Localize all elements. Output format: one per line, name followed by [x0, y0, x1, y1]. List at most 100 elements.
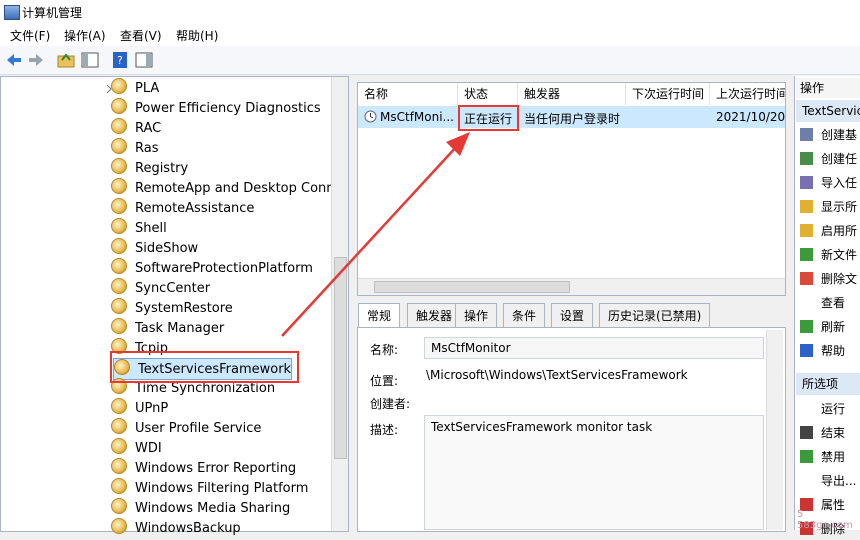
tree-item[interactable]: SyncCenter	[111, 278, 210, 298]
tree-item[interactable]: Registry	[111, 158, 188, 178]
action-label: 启用所	[821, 224, 858, 238]
action-icon	[800, 320, 813, 333]
action-label: 结束	[821, 426, 846, 440]
location-value: \Microsoft\Windows\TextServicesFramework	[426, 368, 688, 382]
tree-item-label: Windows Filtering Platform	[135, 481, 309, 496]
column-name[interactable]: 名称	[358, 83, 458, 105]
task-row[interactable]: MsCtfMoni... 正在运行 当任何用户登录时 2021/10/20	[358, 106, 785, 128]
tree-item[interactable]: Ras	[111, 138, 159, 158]
forward-arrow-icon[interactable]	[26, 50, 46, 70]
tab-triggers[interactable]: 触发器	[407, 303, 462, 327]
tree-item[interactable]: Windows Error Reporting	[111, 458, 296, 478]
tree-item[interactable]: Windows Media Sharing	[111, 498, 290, 518]
group1-action-item[interactable]: 查看	[800, 292, 845, 314]
action-label: 新文件	[821, 248, 858, 262]
back-arrow-icon[interactable]	[4, 50, 24, 70]
tree-item-label: Registry	[135, 161, 189, 176]
name-field[interactable]: MsCtfMonitor	[424, 337, 764, 359]
show-hide-tree-icon[interactable]	[80, 50, 100, 70]
task-list-hscrollbar[interactable]	[358, 278, 785, 295]
group2-action-item[interactable]: 运行	[800, 398, 845, 420]
group1-action-item[interactable]: 导入任	[800, 172, 857, 194]
menu-bar: 文件(F) 操作(A) 查看(V) 帮助(H)	[0, 24, 860, 46]
tree-item[interactable]: User Profile Service	[111, 418, 261, 438]
task-folder-icon	[111, 438, 127, 454]
menu-help[interactable]: 帮助(H)	[176, 27, 218, 44]
group1-action-item[interactable]: 刷新	[800, 316, 845, 338]
menu-action[interactable]: 操作(A)	[64, 27, 106, 44]
tree-item-label: SoftwareProtectionPlatform	[135, 261, 313, 276]
task-last-run: 2021/10/20	[716, 110, 786, 124]
svg-text:?: ?	[117, 54, 123, 67]
group2-action-item[interactable]: 导出...	[800, 470, 856, 492]
show-hide-action-pane-icon[interactable]	[134, 50, 154, 70]
tree-item-label: Ras	[135, 141, 159, 156]
tree-item[interactable]: UPnP	[111, 398, 168, 418]
tab-history[interactable]: 历史记录(已禁用)	[599, 303, 711, 327]
group1-action-item[interactable]: 显示所	[800, 196, 857, 218]
description-field[interactable]: TextServicesFramework monitor task	[424, 415, 764, 530]
actions-group-textservices[interactable]: TextServic	[796, 100, 860, 122]
action-label: 导出...	[821, 474, 857, 488]
tree-scrollbar-thumb[interactable]	[334, 257, 347, 459]
group1-action-item[interactable]: 创建任	[800, 148, 857, 170]
tree-item[interactable]: SoftwareProtectionPlatform	[111, 258, 313, 278]
menu-file[interactable]: 文件(F)	[10, 27, 50, 44]
column-trigger[interactable]: 触发器	[518, 83, 626, 105]
tab-actions[interactable]: 操作	[455, 303, 498, 327]
up-folder-icon[interactable]	[56, 50, 76, 70]
tree-item[interactable]: RemoteAssistance	[111, 198, 254, 218]
title-bar: 计算机管理	[0, 0, 860, 25]
tree-item[interactable]: Power Efficiency Diagnostics	[111, 98, 321, 118]
tree-item[interactable]: PLA	[111, 78, 159, 98]
tree-item[interactable]: SystemRestore	[111, 298, 233, 318]
task-name: MsCtfMoni...	[380, 110, 454, 124]
tree-item[interactable]: RAC	[111, 118, 161, 138]
group1-action-item[interactable]: 删除文	[800, 268, 857, 290]
author-label: 创建者:	[370, 397, 411, 411]
tree-item-label: SideShow	[135, 241, 199, 256]
group1-action-item[interactable]: 启用所	[800, 220, 857, 242]
group1-action-item[interactable]: 新文件	[800, 244, 857, 266]
tree-item-label: RemoteAssistance	[135, 201, 255, 216]
help-icon[interactable]: ?	[110, 50, 130, 70]
tab-settings[interactable]: 设置	[551, 303, 594, 327]
task-folder-icon	[111, 218, 127, 234]
tree-item-label: Time Synchronization	[135, 381, 276, 396]
group2-action-item[interactable]: 结束	[800, 422, 845, 444]
action-label: 帮助	[821, 344, 846, 358]
action-icon	[800, 450, 813, 463]
tab-conditions[interactable]: 条件	[503, 303, 546, 327]
action-icon	[800, 248, 813, 261]
tree-item[interactable]: Shell	[111, 218, 167, 238]
tree-item-label: SystemRestore	[135, 301, 233, 316]
task-folder-icon	[111, 78, 127, 94]
task-folder-icon	[111, 178, 127, 194]
group1-action-item[interactable]: 创建基	[800, 124, 857, 146]
actions-group-selected[interactable]: 所选项	[796, 373, 860, 395]
tree-item-label: PLA	[135, 81, 160, 96]
action-label: 查看	[821, 296, 846, 310]
tree-item[interactable]: SideShow	[111, 238, 198, 258]
tree-item[interactable]: RemoteApp and Desktop Conne	[111, 178, 343, 198]
hscrollbar-thumb[interactable]	[374, 281, 570, 293]
tree-item[interactable]: WDI	[111, 438, 162, 458]
menu-view[interactable]: 查看(V)	[120, 27, 162, 44]
column-next-run[interactable]: 下次运行时间	[626, 83, 710, 105]
tree-item-label: WDI	[135, 441, 162, 456]
task-folder-icon	[111, 278, 127, 294]
group2-action-item[interactable]: 禁用	[800, 446, 845, 468]
task-folder-icon	[111, 118, 127, 134]
tab-general[interactable]: 常规	[358, 303, 401, 327]
tree-item[interactable]: Windows Filtering Platform	[111, 478, 308, 498]
tree-item[interactable]: Task Manager	[111, 318, 224, 338]
group1-action-item[interactable]: 帮助	[800, 340, 845, 362]
detail-scrollbar[interactable]	[766, 330, 783, 530]
column-last-run[interactable]: 上次运行时间	[710, 83, 785, 105]
tree-item[interactable]: WindowsBackup	[111, 518, 241, 538]
column-status[interactable]: 状态	[458, 83, 518, 105]
tree-scrollbar[interactable]	[331, 77, 348, 531]
action-icon	[800, 176, 813, 189]
action-icon	[800, 224, 813, 237]
action-icon	[800, 128, 813, 141]
